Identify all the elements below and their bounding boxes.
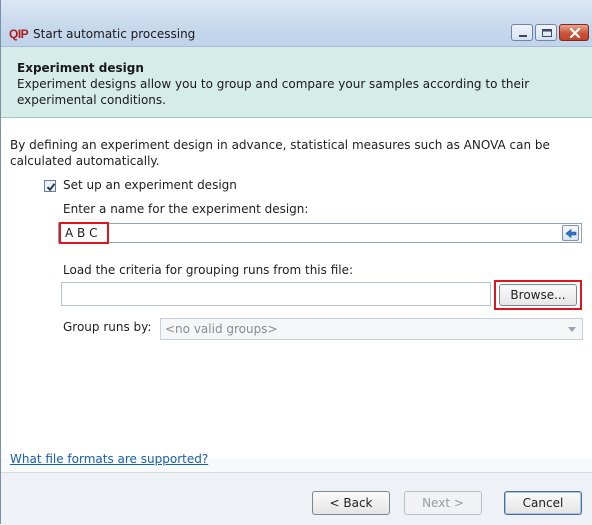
intro-text: By defining an experiment design in adva…	[10, 138, 550, 168]
name-field-label: Enter a name for the experiment design:	[63, 202, 309, 216]
next-button[interactable]: Next >	[404, 491, 482, 515]
close-button[interactable]	[559, 24, 589, 41]
page-title: Experiment design	[17, 61, 144, 75]
browse-button[interactable]: Browse...	[499, 284, 577, 306]
button-bar: < Back Next > Cancel	[1, 472, 592, 525]
close-icon	[569, 27, 581, 39]
apply-name-button[interactable]	[562, 225, 579, 241]
page-description: Experiment designs allow you to group an…	[17, 77, 530, 107]
setup-experiment-checkbox[interactable]	[44, 180, 56, 192]
header-banner: Experiment design Experiment designs all…	[1, 47, 592, 118]
grouping-file-input[interactable]	[61, 282, 491, 306]
experiment-name-value[interactable]: A B C	[59, 222, 109, 244]
experiment-name-input[interactable]	[58, 223, 582, 243]
group-runs-value: <no valid groups>	[165, 322, 278, 336]
checkmark-icon	[46, 183, 56, 192]
group-runs-label: Group runs by:	[63, 320, 152, 334]
group-runs-select[interactable]: <no valid groups>	[160, 318, 583, 340]
content-area: By defining an experiment design in adva…	[1, 118, 592, 466]
cancel-button[interactable]: Cancel	[504, 491, 582, 515]
chevron-down-icon	[568, 327, 576, 332]
supported-formats-link[interactable]: What file formats are supported?	[10, 452, 208, 466]
window-title: Start automatic processing	[33, 27, 196, 41]
title-bar[interactable]: QIP Start automatic processing	[1, 0, 592, 47]
setup-experiment-label[interactable]: Set up an experiment design	[63, 178, 237, 192]
app-logo-icon: QIP	[9, 27, 29, 41]
dialog-window: QIP Start automatic processing Experimen…	[0, 0, 592, 525]
minimize-icon	[519, 35, 527, 37]
arrow-left-icon	[565, 228, 577, 239]
back-button[interactable]: < Back	[312, 491, 390, 515]
minimize-button[interactable]	[511, 24, 533, 41]
load-file-label: Load the criteria for grouping runs from…	[63, 263, 354, 277]
maximize-button[interactable]	[535, 24, 557, 41]
maximize-icon	[542, 29, 552, 37]
